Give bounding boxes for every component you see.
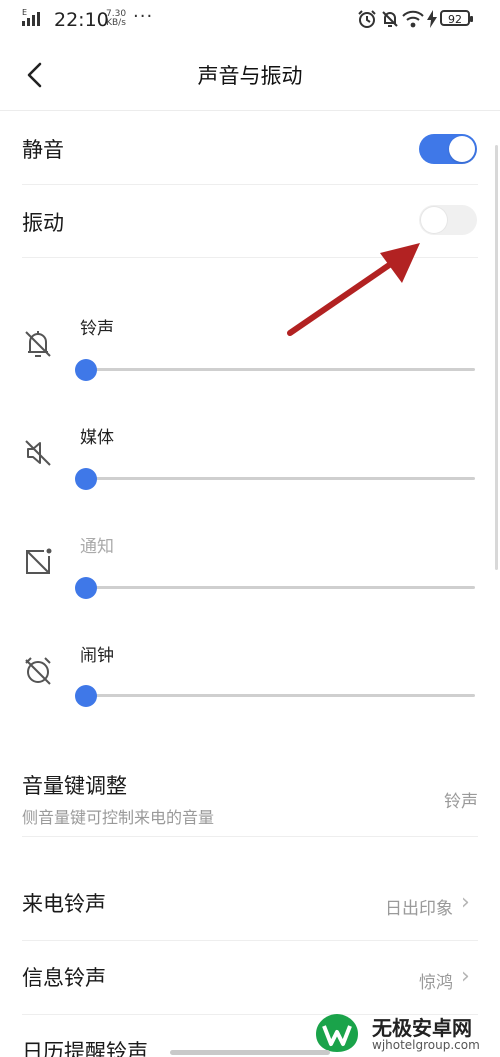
ringtone-value: 日出印象 [385,899,453,919]
volume-slider-thumb[interactable] [75,359,97,381]
volume-slider-track[interactable] [80,368,475,371]
ringtone-title: 日历提醒铃声 [22,1040,148,1057]
header-divider [0,110,500,111]
ringtone-row-call[interactable]: 来电铃声 日出印象 › [0,868,500,940]
charging-icon [427,10,437,28]
volume-label: 闹钟 [80,646,114,666]
chevron-right-icon: › [461,890,470,915]
volume-slider-track[interactable] [80,477,475,480]
watermark-logo-icon [316,1014,358,1052]
watermark-name: 无极安卓网 [372,1016,472,1040]
mute-row[interactable]: 静音 [0,112,500,184]
volume-slider-track[interactable] [80,586,475,589]
bell-off-status-icon [382,11,398,27]
volume-media: 媒体 [0,409,500,509]
volume-notification: 通知 [0,518,500,618]
alarm-icon [358,10,376,28]
watermark: 无极安卓网 wjhotelgroup.com [312,1010,500,1057]
volume-label: 媒体 [80,428,114,448]
signal-icon: E [22,8,40,26]
volume-alarm: 闹钟 [0,627,500,727]
volume-key-row[interactable]: 音量键调整 侧音量键可控制来电的音量 铃声 [0,760,500,836]
volume-slider-thumb[interactable] [75,685,97,707]
vibrate-toggle[interactable] [419,205,477,235]
battery-indicator: 92 [440,10,473,26]
mute-toggle[interactable] [419,134,477,164]
volume-key-title: 音量键调整 [22,774,127,798]
ringtone-row-message[interactable]: 信息铃声 惊鸿 › [0,942,500,1014]
network-speed-unit: KB/s [106,18,126,28]
divider [22,836,478,837]
scrollbar[interactable] [495,145,498,570]
bell-off-icon [25,331,51,357]
chevron-right-icon: › [461,964,470,989]
status-bar: E 22:10 7.30 KB/s ··· 92 [0,0,500,40]
volume-label: 铃声 [80,319,114,339]
page-header: 声音与振动 [0,40,500,110]
status-time: 22:10 [54,9,109,31]
ringtone-value: 惊鸿 [419,973,453,993]
ringtone-title: 来电铃声 [22,892,106,916]
vibrate-label: 振动 [22,211,64,235]
volume-slider-thumb[interactable] [75,577,97,599]
volume-slider-track[interactable] [80,694,475,697]
ringtone-title: 信息铃声 [22,966,106,990]
mute-label: 静音 [22,138,64,162]
volume-key-value: 铃声 [444,792,478,812]
volume-label: 通知 [80,537,114,557]
speaker-mute-icon [25,440,51,466]
wifi-icon [402,10,424,28]
svg-text:E: E [22,8,27,17]
volume-key-subtitle: 侧音量键可控制来电的音量 [22,808,215,827]
watermark-url: wjhotelgroup.com [372,1038,480,1052]
network-speed: 7.30 KB/s [106,10,126,28]
home-indicator [170,1050,330,1055]
vibrate-toggle-knob [421,207,447,233]
page-title: 声音与振动 [197,64,303,88]
status-overflow: ··· [133,6,154,27]
divider [22,940,478,941]
mute-toggle-knob [449,136,475,162]
notification-off-icon [26,548,52,574]
volume-ringtone: 铃声 [0,300,500,400]
alarm-off-icon [25,657,51,685]
volume-slider-thumb[interactable] [75,468,97,490]
